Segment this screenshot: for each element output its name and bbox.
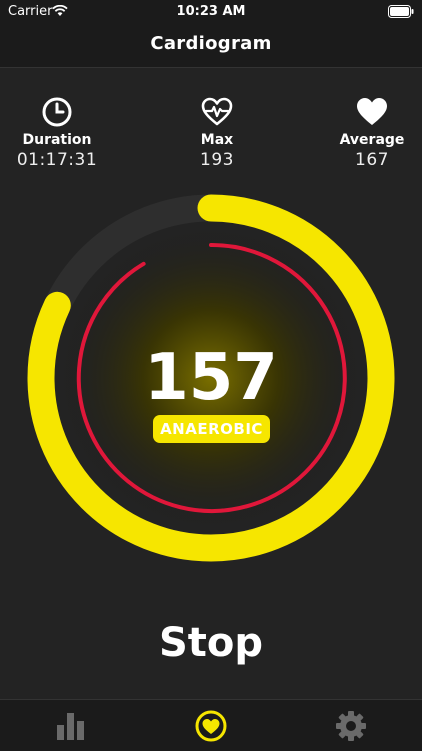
page-title: Cardiogram: [150, 33, 272, 54]
heart-icon: [357, 98, 387, 125]
stat-duration: Duration 01:17:31: [0, 96, 117, 170]
stat-average: Average 167: [312, 96, 422, 170]
tab-heart[interactable]: [195, 710, 227, 742]
stat-average-value: 167: [355, 150, 389, 170]
navigation-bar: Cardiogram: [0, 24, 422, 68]
bar-chart-icon: [57, 713, 84, 740]
current-bpm: 157: [144, 341, 278, 415]
tab-settings[interactable]: [335, 710, 367, 742]
stat-duration-value: 01:17:31: [16, 150, 98, 170]
heart-icon: [195, 710, 227, 742]
stat-duration-label: Duration: [22, 132, 92, 148]
stat-max-value: 193: [200, 150, 234, 170]
battery-icon: [388, 5, 414, 18]
stat-max-label: Max: [200, 132, 234, 148]
tab-bar: [0, 699, 422, 751]
heart-pulse-icon: [201, 97, 233, 126]
clock-icon: [42, 97, 72, 127]
stop-button[interactable]: Stop: [0, 620, 422, 666]
gear-icon: [336, 711, 366, 741]
status-bar: Carrier 10:23 AM: [0, 0, 422, 24]
zone-badge: ANAEROBIC: [153, 415, 270, 443]
stat-max: Max 193: [157, 96, 277, 170]
stat-average-label: Average: [339, 132, 405, 148]
clock-time: 10:23 AM: [176, 4, 246, 19]
tab-stats[interactable]: [55, 710, 87, 742]
